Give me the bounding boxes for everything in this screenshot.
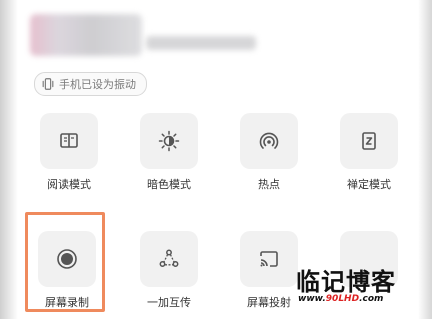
watermark-title: 临记博客	[296, 268, 396, 296]
zen-mode-toggle[interactable]	[340, 113, 398, 169]
hotspot-icon	[259, 132, 279, 149]
vibrate-status-pill[interactable]: 手机已设为振动	[34, 72, 147, 96]
screen-cast-toggle[interactable]	[240, 231, 298, 287]
watermark-logo: 临记博客 www.90LHD.com	[296, 262, 422, 312]
vibrate-status-text: 手机已设为振动	[59, 78, 136, 91]
blurred-date	[146, 36, 256, 50]
quick-settings-panel: 手机已设为振动 阅读模式 暗色模式 热点 禅定模式 屏幕录制 一加互传 屏幕投射…	[0, 0, 432, 319]
dark-mode-label: 暗色模式	[147, 178, 191, 191]
vibrate-icon	[42, 78, 54, 90]
hotspot-label: 热点	[258, 178, 280, 191]
cast-icon	[260, 251, 278, 267]
blurred-time	[30, 14, 142, 56]
share-icon	[159, 249, 179, 267]
oneplus-share-label: 一加互传	[147, 296, 191, 309]
watermark-url-prefix: www.	[298, 294, 326, 304]
dark-mode-toggle[interactable]	[140, 113, 198, 169]
watermark-url: www.90LHD.com	[298, 294, 383, 304]
watermark-url-site: 90LHD	[325, 294, 360, 304]
zen-mode-icon	[362, 132, 376, 150]
hotspot-toggle[interactable]	[240, 113, 298, 169]
dark-mode-icon	[158, 130, 180, 152]
reading-mode-toggle[interactable]	[40, 113, 98, 169]
book-icon	[60, 133, 78, 148]
watermark-url-suffix: .com	[359, 294, 384, 304]
zen-mode-label: 禅定模式	[347, 178, 391, 191]
oneplus-share-toggle[interactable]	[140, 231, 198, 287]
reading-mode-label: 阅读模式	[47, 178, 91, 191]
left-edge-shadow	[0, 0, 18, 319]
screen-record-highlight	[25, 212, 105, 312]
